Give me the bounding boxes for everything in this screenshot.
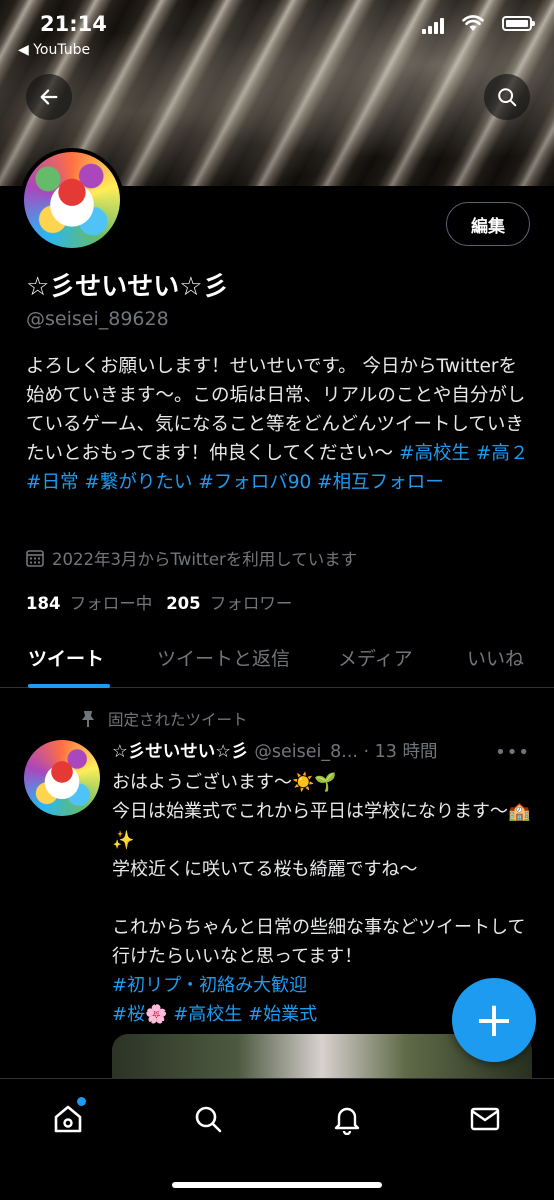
signal-icon	[422, 18, 446, 34]
tab-tweets[interactable]: ツイート	[28, 644, 104, 671]
bottom-navigation	[0, 1078, 554, 1200]
profile-tabs: ツイート ツイートと返信 メディア いいね	[0, 628, 554, 688]
tweet-avatar[interactable]	[24, 740, 100, 816]
tweet-line: おはようございます〜☀️🌱	[112, 772, 337, 793]
pin-icon	[82, 711, 94, 727]
battery-icon	[502, 16, 535, 31]
following-label: フォロー中	[69, 594, 153, 613]
bell-icon	[334, 1107, 360, 1135]
search-icon	[195, 1106, 222, 1133]
arrow-left-icon	[40, 89, 58, 105]
nav-messages[interactable]	[465, 1099, 505, 1139]
home-icon	[54, 1105, 82, 1133]
followers-link[interactable]: 205 フォロワー	[166, 594, 292, 613]
wifi-icon	[462, 14, 484, 32]
back-button[interactable]	[26, 74, 72, 120]
tweet-meta: @seisei_8... · 13 時間	[254, 742, 438, 762]
tweet-author-name[interactable]: ☆彡せいせい☆彡	[112, 742, 248, 762]
tab-tweets-and-replies[interactable]: ツイートと返信	[157, 644, 290, 671]
nav-notifications[interactable]	[327, 1099, 367, 1139]
user-handle: @seisei_89628	[26, 308, 169, 330]
tweet-header: ☆彡せいせい☆彡 @seisei_8... · 13 時間	[112, 738, 532, 763]
mail-icon	[470, 1107, 500, 1131]
display-name: ☆彡せいせい☆彡	[26, 272, 229, 302]
joined-text: 2022年3月からTwitterを利用しています	[52, 550, 358, 569]
more-options-icon[interactable]: •••	[495, 742, 530, 763]
followers-label: フォロワー	[209, 594, 293, 613]
profile-bio: よろしくお願いします！せいせいです。 今日からTwitterを始めていきます〜。…	[26, 352, 531, 497]
calendar-icon	[26, 550, 44, 567]
compose-tweet-button[interactable]: +	[452, 978, 536, 1062]
profile-avatar[interactable]	[20, 148, 124, 252]
back-to-app-link[interactable]: ◀ YouTube	[18, 42, 90, 58]
pinned-label: 固定されたツイート	[108, 711, 248, 729]
search-icon	[498, 88, 517, 107]
status-bar: 21:14 ◀ YouTube	[0, 10, 554, 58]
home-indicator	[172, 1182, 382, 1188]
pinned-indicator: 固定されたツイート	[80, 708, 248, 730]
joined-date: 2022年3月からTwitterを利用しています	[26, 546, 357, 570]
nav-search[interactable]	[188, 1099, 228, 1139]
edit-profile-button[interactable]: 編集	[446, 202, 530, 246]
active-tab-indicator	[28, 684, 110, 688]
following-link[interactable]: 184 フォロー中	[26, 594, 152, 613]
follow-stats: 184 フォロー中 205 フォロワー	[26, 590, 292, 614]
tab-media[interactable]: メディア	[338, 644, 413, 671]
following-count: 184	[26, 594, 61, 613]
tweet-line: これからちゃんと日常の些細な事などツイートして行けたらいいなと思ってます！	[112, 917, 526, 967]
notification-dot	[77, 1097, 86, 1106]
tweet-line: 学校近くに咲いてる桜も綺麗ですね〜	[112, 859, 418, 880]
search-button[interactable]	[484, 74, 530, 120]
followers-count: 205	[166, 594, 201, 613]
tweet-line: 今日は始業式でこれから平日は学校になります〜🏫✨	[112, 801, 531, 851]
status-time: 21:14	[40, 12, 107, 36]
tab-likes[interactable]: いいね	[467, 644, 524, 671]
nav-home[interactable]	[48, 1097, 88, 1139]
